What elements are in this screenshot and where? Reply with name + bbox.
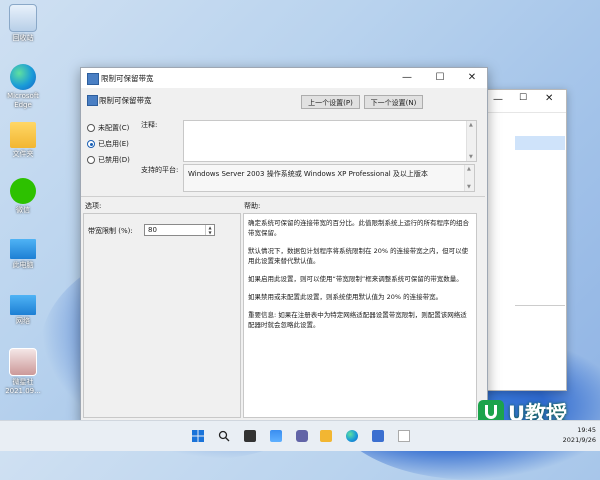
desktop-icon-network[interactable]: 网络 — [4, 292, 42, 326]
desktop-icon-label: 网络 — [16, 317, 30, 325]
desktop-icon-edge[interactable]: Microsoft Edge — [4, 64, 42, 110]
app-icon[interactable] — [398, 430, 410, 442]
store-icon[interactable] — [372, 430, 384, 442]
desktop-icon-label: 此电脑 — [12, 261, 34, 269]
platform-value: Windows Server 2003 操作系统或 Windows XP Pro… — [188, 170, 428, 178]
close-button[interactable]: ✕ — [456, 68, 488, 88]
task-view-icon[interactable] — [244, 430, 256, 442]
recycle-bin-icon — [9, 4, 37, 32]
help-paragraph: 默认情况下，数据包计划程序将系统限制在 20% 的连接带宽之内，但可以使用此设置… — [248, 247, 469, 265]
clock-date: 2021/9/26 — [562, 436, 596, 444]
spinner-down-icon[interactable]: ▼ — [206, 230, 214, 235]
bandwidth-limit-spinner[interactable]: 80 ▲ ▼ — [144, 224, 215, 236]
chat-icon[interactable] — [296, 430, 308, 442]
radio-label: 未配置(C) — [98, 124, 130, 132]
desktop-icon-this-pc[interactable]: 此电脑 — [4, 236, 42, 270]
system-clock[interactable]: 19:45 2021/9/26 — [563, 425, 596, 445]
clock-time: 19:45 — [577, 426, 596, 434]
dialog-titlebar[interactable]: 限制可保留带宽 — ☐ ✕ — [81, 68, 487, 88]
previous-setting-button[interactable]: 上一个设置(P) — [301, 95, 360, 109]
desktop-icon-label: 微星社 2021.09... — [5, 378, 41, 395]
desktop-icon-label: Microsoft Edge — [7, 92, 39, 109]
desktop-icon-label: 微信 — [16, 206, 30, 214]
policy-dialog: 限制可保留带宽 — ☐ ✕ 限制可保留带宽 上一个设置(P) 下一个设置(N) … — [80, 67, 488, 425]
divider — [515, 305, 565, 306]
minimize-button[interactable]: — — [391, 68, 423, 88]
help-paragraph: 重要信息: 如果在注册表中为特定网络适配器设置带宽限制，则配置该网络适配器时就会… — [248, 311, 467, 329]
scroll-up-icon[interactable]: ▲ — [469, 122, 473, 128]
policy-header-title: 限制可保留带宽 — [99, 96, 152, 105]
edge-taskbar-icon[interactable] — [346, 430, 358, 442]
scroll-down-icon[interactable]: ▼ — [467, 184, 471, 190]
file-explorer-icon[interactable] — [320, 430, 332, 442]
radio-not-configured[interactable]: 未配置(C) — [87, 123, 129, 133]
help-paragraph: 如果启用此设置，则可以使用“带宽限制”框来调整系统可保留的带宽数量。 — [248, 275, 463, 283]
radio-button[interactable] — [87, 156, 95, 164]
radio-disabled[interactable]: 已禁用(D) — [87, 155, 130, 165]
radio-button[interactable] — [87, 124, 95, 132]
help-label: 帮助: — [244, 202, 261, 210]
scroll-up-icon[interactable]: ▲ — [467, 166, 471, 172]
close-icon[interactable]: ✕ — [545, 93, 553, 104]
dialog-title: 限制可保留带宽 — [101, 74, 154, 83]
options-label: 选项: — [85, 202, 102, 210]
start-icon[interactable] — [192, 430, 204, 442]
desktop-icon-label: 回收站 — [12, 34, 34, 42]
wechat-icon — [10, 178, 36, 204]
platform-field: Windows Server 2003 操作系统或 Windows XP Pro… — [183, 164, 475, 192]
radio-label: 已禁用(D) — [98, 156, 130, 164]
taskbar: 19:45 2021/9/26 — [0, 420, 600, 451]
minimize-icon[interactable]: — — [493, 94, 503, 105]
policy-header-icon — [87, 95, 98, 106]
next-setting-button[interactable]: 下一个设置(N) — [364, 95, 423, 109]
edge-icon — [10, 64, 36, 90]
note-textarea[interactable]: ▲ ▼ — [183, 120, 477, 162]
maximize-button[interactable]: ☐ — [424, 68, 456, 88]
desktop-icon-wechat[interactable]: 微信 — [4, 178, 42, 215]
note-scrollbar[interactable]: ▲ ▼ — [466, 121, 476, 161]
help-pane: 确定系统可保留的连接带宽的百分比。此值限制系统上运行的所有程序的组合带宽保留。 … — [243, 213, 477, 418]
help-paragraph: 确定系统可保留的连接带宽的百分比。此值限制系统上运行的所有程序的组合带宽保留。 — [248, 219, 469, 237]
policy-icon — [87, 73, 99, 85]
help-paragraph: 如果禁用或未配置此设置，则系统使用默认值为 20% 的连接带宽。 — [248, 293, 443, 301]
desktop-icon-label: 文件夹 — [12, 150, 34, 158]
monitor-icon — [10, 239, 36, 259]
section-divider — [81, 196, 485, 197]
desktop-icon-file[interactable]: 微星社 2021.09... — [4, 348, 42, 396]
widgets-icon[interactable] — [270, 430, 282, 442]
bandwidth-limit-value[interactable]: 80 — [148, 226, 157, 234]
desktop-icon-folder[interactable]: 文件夹 — [4, 122, 42, 159]
network-icon — [10, 295, 36, 315]
radio-label: 已启用(E) — [98, 140, 129, 148]
selected-row[interactable] — [515, 136, 565, 150]
radio-button[interactable] — [87, 140, 95, 148]
platform-label: 支持的平台: — [141, 166, 179, 174]
platform-scrollbar[interactable]: ▲ ▼ — [464, 165, 474, 191]
search-icon[interactable] — [218, 430, 230, 442]
spinner-arrows[interactable]: ▲ ▼ — [205, 225, 214, 235]
radio-enabled[interactable]: 已启用(E) — [87, 139, 129, 149]
bandwidth-limit-label: 带宽限制 (%): — [88, 227, 133, 235]
file-thumbnail-icon — [9, 348, 37, 376]
scroll-down-icon[interactable]: ▼ — [469, 154, 473, 160]
maximize-icon[interactable]: ☐ — [519, 93, 527, 103]
desktop-icon-recycle-bin[interactable]: 回收站 — [4, 4, 42, 43]
folder-icon — [10, 122, 36, 148]
options-pane: 带宽限制 (%): 80 ▲ ▼ — [83, 213, 241, 418]
note-label: 注释: — [141, 121, 158, 129]
